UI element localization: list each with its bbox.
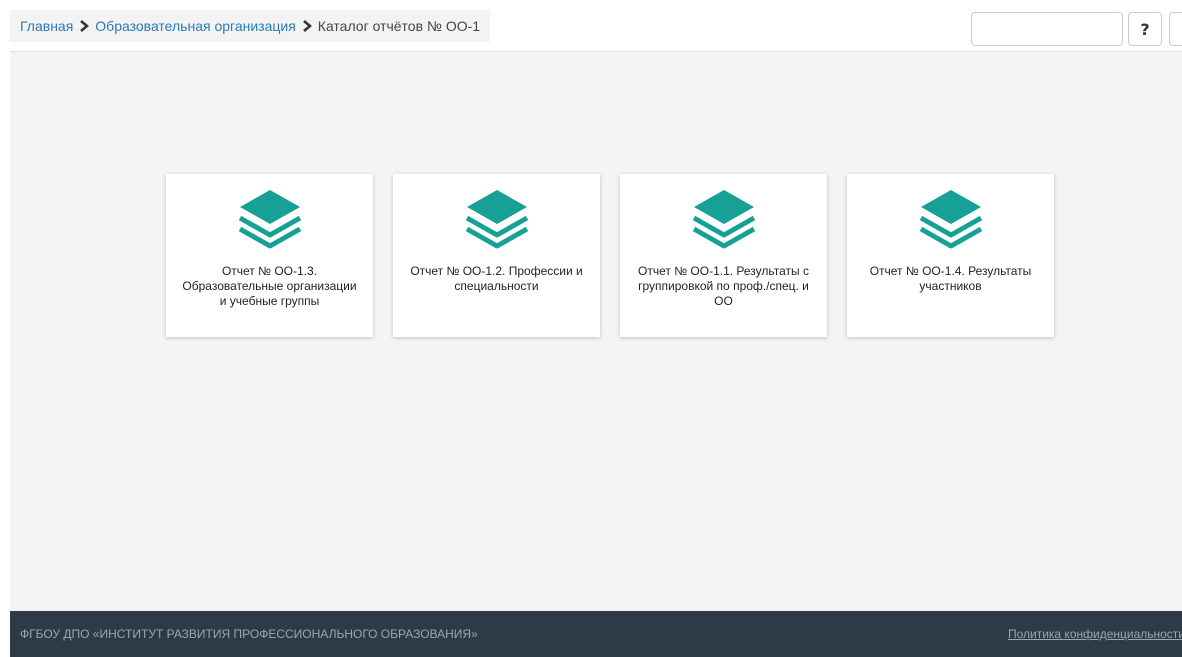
- report-card-label: Отчет № ОО-1.4. Результаты участников: [869, 264, 1032, 293]
- search-input[interactable]: [971, 12, 1123, 46]
- layers-icon: [238, 190, 301, 249]
- report-card[interactable]: Отчет № ОО-1.2. Профессии и специальност…: [393, 174, 600, 337]
- breadcrumb: Главная Образовательная организация Ката…: [10, 10, 491, 42]
- chevron-right-icon: [300, 19, 314, 33]
- layers-icon: [465, 190, 528, 249]
- report-card-label: Отчет № ОО-1.3. Образовательные организа…: [182, 264, 357, 308]
- layers-icon: [692, 190, 755, 249]
- report-card-label: Отчет № ОО-1.2. Профессии и специальност…: [410, 264, 583, 293]
- breadcrumb-home-link[interactable]: Главная: [20, 18, 73, 34]
- layers-icon: [919, 190, 982, 249]
- report-card[interactable]: Отчет № ОО-1.1. Результаты с группировко…: [620, 174, 827, 337]
- footer: ФГБОУ ДПО «ИНСТИТУТ РАЗВИТИЯ ПРОФЕССИОНА…: [10, 611, 1182, 657]
- menu-button[interactable]: [1169, 12, 1182, 46]
- help-button[interactable]: ?: [1128, 12, 1162, 46]
- breadcrumb-org-link[interactable]: Образовательная организация: [95, 18, 296, 34]
- report-card-label: Отчет № ОО-1.1. Результаты с группировко…: [638, 264, 809, 308]
- breadcrumb-current: Каталог отчётов № ОО-1: [317, 18, 481, 34]
- footer-org-name: ФГБОУ ДПО «ИНСТИТУТ РАЗВИТИЯ ПРОФЕССИОНА…: [20, 627, 478, 641]
- report-card[interactable]: Отчет № ОО-1.4. Результаты участников: [847, 174, 1054, 337]
- report-card[interactable]: Отчет № ОО-1.3. Образовательные организа…: [166, 174, 373, 337]
- page: Главная Образовательная организация Ката…: [10, 0, 1182, 657]
- report-cards: Отчет № ОО-1.3. Образовательные организа…: [166, 174, 1054, 337]
- chevron-right-icon: [77, 19, 91, 33]
- privacy-policy-link[interactable]: Политика конфиденциальности: [1008, 627, 1182, 641]
- top-bar: Главная Образовательная организация Ката…: [10, 0, 1182, 52]
